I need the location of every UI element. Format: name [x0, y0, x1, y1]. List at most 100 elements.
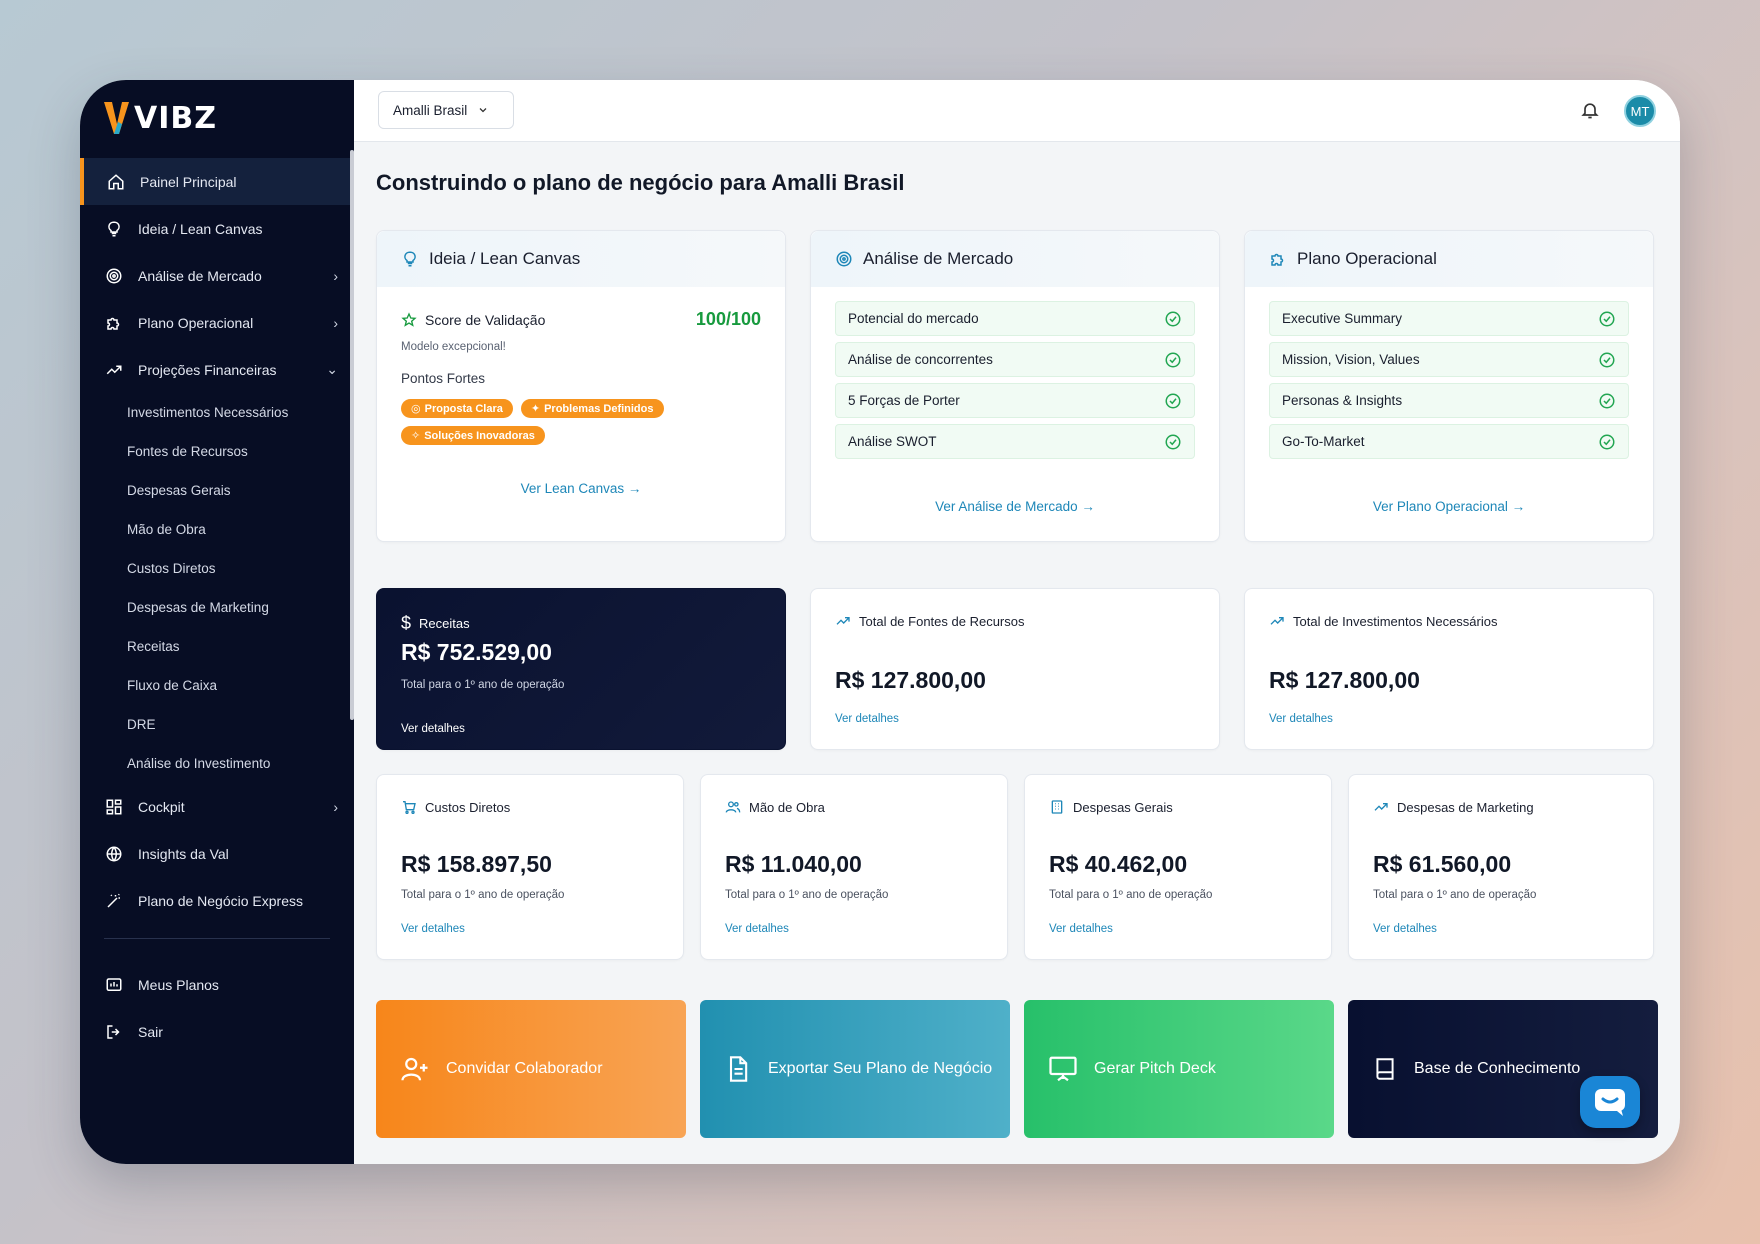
stat-details-link[interactable]: Ver detalhes	[835, 713, 899, 725]
user-plus-icon	[401, 1057, 428, 1081]
sidebar-subitem-mao-de-obra[interactable]: Mão de Obra	[80, 510, 354, 549]
sidebar-subitem-receitas[interactable]: Receitas	[80, 627, 354, 666]
sidebar-item-label: Sair	[138, 1023, 163, 1040]
stat-details-link[interactable]: Ver detalhes	[1373, 923, 1437, 935]
export-plan-button[interactable]: Exportar Seu Plano de Negócio	[700, 1000, 1010, 1138]
tag-proposta-clara: ◎ Proposta Clara	[401, 399, 513, 418]
sidebar-subitem-despesas-gerais[interactable]: Despesas Gerais	[80, 471, 354, 510]
check-circle-icon	[1599, 393, 1615, 408]
dollar-icon: $	[401, 613, 412, 633]
building-icon	[1051, 800, 1063, 814]
action-label: Gerar Pitch Deck	[1094, 1060, 1216, 1077]
stat-title: Custos Diretos	[401, 799, 510, 815]
sidebar-subitem-dre[interactable]: DRE	[80, 705, 354, 744]
sidebar-subitem-fluxo-caixa[interactable]: Fluxo de Caixa	[80, 666, 354, 705]
checklist-item[interactable]: Go-To-Market	[1269, 424, 1629, 459]
score-label: Score de Validação	[425, 311, 546, 328]
funding-sources-card[interactable]: Total de Fontes de Recursos R$ 127.800,0…	[810, 588, 1220, 750]
investments-needed-card[interactable]: Total de Investimentos Necessários R$ 12…	[1244, 588, 1654, 750]
logo-mark-icon	[104, 102, 129, 134]
stat-title: Total de Investimentos Necessários	[1269, 613, 1497, 629]
stat-value: R$ 127.800,00	[1269, 667, 1420, 693]
checklist-item[interactable]: Executive Summary	[1269, 301, 1629, 336]
topbar: Amalli Brasil MT	[354, 80, 1680, 142]
tag-label: Soluções Inovadoras	[424, 429, 535, 442]
revenue-card[interactable]: $ Receitas R$ 752.529,00 Total para o 1º…	[376, 588, 786, 750]
checklist-item[interactable]: Análise SWOT	[835, 424, 1195, 459]
ops-checklist: Executive Summary Mission, Vision, Value…	[1269, 301, 1629, 465]
view-lean-canvas-link[interactable]: Ver Lean Canvas →	[377, 481, 785, 496]
lean-canvas-card: Ideia / Lean Canvas Score de Validação 1…	[376, 230, 786, 542]
sidebar-item-meus-planos[interactable]: Meus Planos	[80, 961, 354, 1008]
checklist-item[interactable]: 5 Forças de Porter	[835, 383, 1195, 418]
sidebar-item-insights-val[interactable]: Insights da Val	[80, 830, 354, 877]
stat-details-link[interactable]: Ver detalhes	[1049, 923, 1113, 935]
presentation-screen-icon	[1049, 1056, 1077, 1082]
stat-title-label: Total de Investimentos Necessários	[1293, 613, 1498, 629]
checklist-item[interactable]: Personas & Insights	[1269, 383, 1629, 418]
general-expenses-card[interactable]: Despesas Gerais R$ 40.462,00 Total para …	[1024, 774, 1332, 960]
sidebar-subitem-investimentos[interactable]: Investimentos Necessários	[80, 393, 354, 432]
checklist-item-label: Mission, Vision, Values	[1282, 352, 1420, 367]
invite-collaborator-button[interactable]: Convidar Colaborador	[376, 1000, 686, 1138]
users-icon	[725, 801, 741, 813]
generate-pitch-deck-button[interactable]: Gerar Pitch Deck	[1024, 1000, 1334, 1138]
bell-icon[interactable]	[1580, 100, 1600, 120]
puzzle-icon	[1271, 253, 1284, 266]
sidebar-item-cockpit[interactable]: Cockpit ›	[80, 783, 354, 830]
view-operational-plan-link[interactable]: Ver Plano Operacional →	[1245, 499, 1653, 514]
strengths-label: Pontos Fortes	[401, 371, 486, 386]
checklist-item[interactable]: Mission, Vision, Values	[1269, 342, 1629, 377]
check-circle-icon	[1165, 311, 1181, 326]
checklist-item-label: Análise SWOT	[848, 434, 937, 449]
card-header: Ideia / Lean Canvas	[377, 231, 785, 287]
direct-costs-card[interactable]: Custos Diretos R$ 158.897,50 Total para …	[376, 774, 684, 960]
check-circle-icon	[1165, 352, 1181, 367]
presentation-icon	[104, 975, 124, 995]
checklist-item[interactable]: Potencial do mercado	[835, 301, 1195, 336]
stat-details-link[interactable]: Ver detalhes	[401, 723, 465, 735]
company-select[interactable]: Amalli Brasil	[378, 91, 514, 129]
stat-value: R$ 127.800,00	[835, 667, 986, 693]
labor-card[interactable]: Mão de Obra R$ 11.040,00 Total para o 1º…	[700, 774, 1008, 960]
trending-up-icon	[104, 360, 124, 380]
tag-solucoes-inovadoras: ✧ Soluções Inovadoras	[401, 426, 545, 445]
check-circle-icon	[1165, 393, 1181, 408]
score-value: 100/100	[695, 309, 761, 329]
sidebar-nav: Painel Principal Ideia / Lean Canvas Aná…	[80, 158, 354, 1055]
sidebar-item-analise-mercado[interactable]: Análise de Mercado ›	[80, 252, 354, 299]
sidebar-subitem-custos-diretos[interactable]: Custos Diretos	[80, 549, 354, 588]
stat-note: Total para o 1º ano de operação	[1373, 889, 1537, 901]
brand-logo[interactable]: VIBZ	[102, 96, 217, 140]
stat-details-link[interactable]: Ver detalhes	[1269, 713, 1333, 725]
stat-details-link[interactable]: Ver detalhes	[725, 923, 789, 935]
checklist-item-label: Go-To-Market	[1282, 434, 1365, 449]
sidebar-item-lean-canvas[interactable]: Ideia / Lean Canvas	[80, 205, 354, 252]
view-market-analysis-link[interactable]: Ver Análise de Mercado →	[811, 499, 1219, 514]
validation-score-row: Score de Validação 100/100	[401, 309, 761, 330]
sidebar-item-projecoes-financeiras[interactable]: Projeções Financeiras ⌄	[80, 346, 354, 393]
sidebar-item-plano-operacional[interactable]: Plano Operacional ›	[80, 299, 354, 346]
sidebar-subitem-despesas-marketing[interactable]: Despesas de Marketing	[80, 588, 354, 627]
sidebar-subitem-analise-investimento[interactable]: Análise do Investimento	[80, 744, 354, 783]
trending-up-icon	[1270, 617, 1284, 625]
chat-support-button[interactable]	[1580, 1076, 1640, 1128]
stat-value: R$ 11.040,00	[725, 851, 862, 877]
sidebar-item-label: Plano Operacional	[138, 314, 254, 331]
sidebar-item-sair[interactable]: Sair	[80, 1008, 354, 1055]
tag-label: Problemas Definidos	[544, 402, 654, 415]
sidebar-item-plano-express[interactable]: Plano de Negócio Express	[80, 877, 354, 924]
stat-details-link[interactable]: Ver detalhes	[401, 923, 465, 935]
chevron-right-icon: ›	[333, 314, 338, 331]
avatar[interactable]: MT	[1624, 95, 1656, 127]
stat-note: Total para o 1º ano de operação	[1049, 889, 1213, 901]
sidebar-subitem-fontes-recursos[interactable]: Fontes de Recursos	[80, 432, 354, 471]
card-header: Plano Operacional	[1245, 231, 1653, 287]
sidebar-item-painel-principal[interactable]: Painel Principal	[80, 158, 354, 205]
action-label: Exportar Seu Plano de Negócio	[768, 1060, 993, 1077]
strengths-tags: ◎ Proposta Clara ✦ Problemas Definidos ✧ So…	[401, 399, 701, 445]
checklist-item[interactable]: Análise de concorrentes	[835, 342, 1195, 377]
stat-title-label: Total de Fontes de Recursos	[859, 613, 1025, 629]
dashboard-icon	[104, 797, 124, 817]
marketing-expenses-card[interactable]: Despesas de Marketing R$ 61.560,00 Total…	[1348, 774, 1654, 960]
